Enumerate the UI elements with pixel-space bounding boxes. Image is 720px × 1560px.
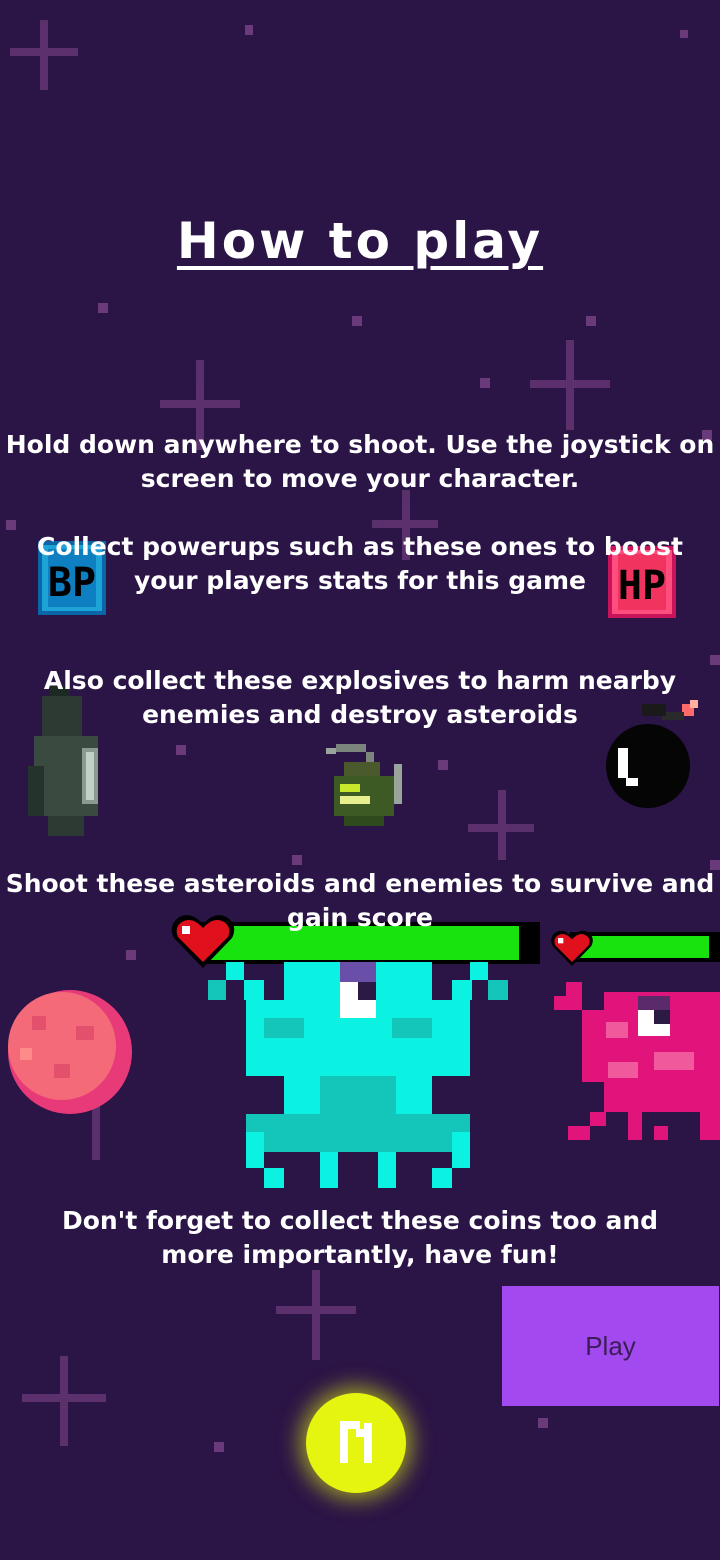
health-fill: [574, 936, 709, 958]
grenade-icon[interactable]: [326, 744, 402, 826]
asteroid-icon[interactable]: [6, 988, 134, 1116]
coin-symbol: [340, 1421, 372, 1463]
controls-instructions: Hold down anywhere to shoot. Use the joy…: [5, 430, 715, 493]
page-title: How to play: [176, 212, 544, 270]
powerups-instructions: Collect powerups such as these ones to b…: [37, 532, 683, 595]
explosives-instructions: Also collect these explosives to harm ne…: [43, 666, 677, 729]
coin-icon[interactable]: [306, 1393, 406, 1493]
pink-alien-enemy[interactable]: [554, 982, 720, 1146]
enemies-instructions: Shoot these asteroids and enemies to sur…: [5, 869, 715, 932]
play-button[interactable]: Play: [502, 1286, 719, 1406]
coins-instructions: Don't forget to collect these coins too …: [61, 1206, 659, 1269]
cyan-alien-enemy[interactable]: [208, 962, 508, 1188]
